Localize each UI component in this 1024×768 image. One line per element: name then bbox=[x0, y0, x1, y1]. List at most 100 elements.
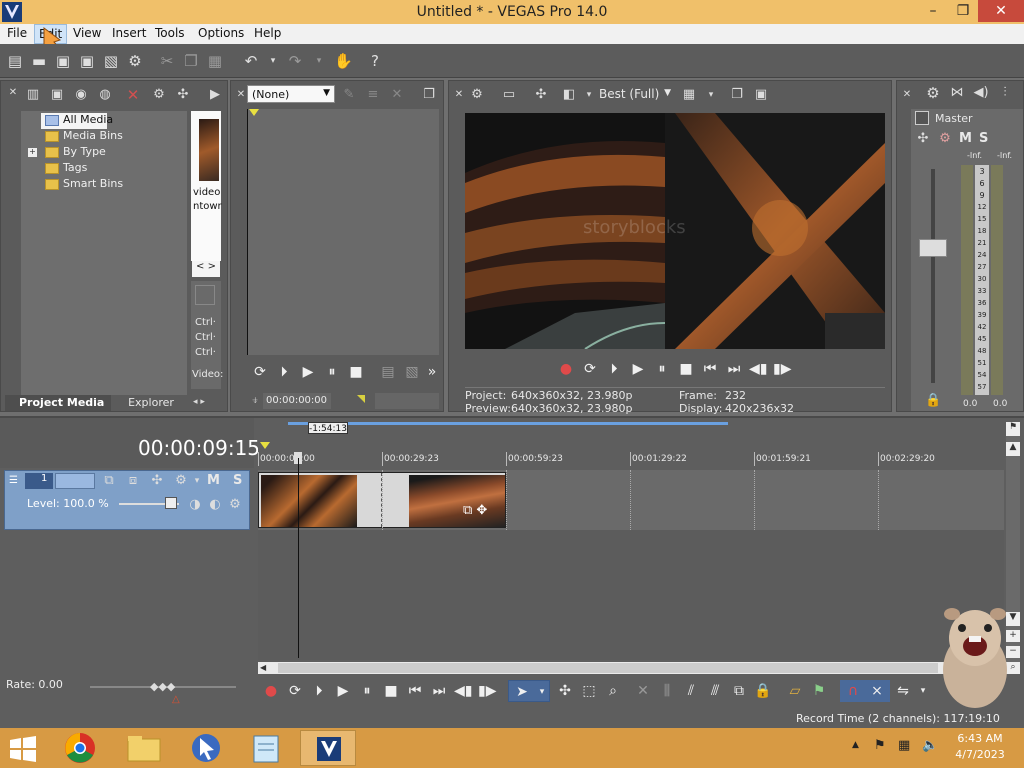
record-icon[interactable]: ● bbox=[262, 682, 280, 700]
play-icon[interactable]: ▶ bbox=[334, 682, 352, 700]
open-project-icon[interactable]: ▬ bbox=[30, 52, 48, 70]
tab-project-media[interactable]: Project Media bbox=[5, 395, 111, 411]
track-fx-gear-icon[interactable]: ⚙ bbox=[173, 473, 189, 489]
rate-slider-thumb-icon[interactable]: ◆◆◆ bbox=[150, 680, 175, 693]
capture-video-icon[interactable]: ▣ bbox=[49, 87, 65, 103]
tree-item-tags[interactable]: Tags bbox=[63, 161, 87, 174]
go-to-start-icon[interactable]: ⏮ bbox=[406, 682, 424, 700]
taskbar-cursor-app[interactable] bbox=[178, 730, 234, 766]
pause-icon[interactable]: ⏸ bbox=[358, 682, 376, 700]
taskbar-date[interactable]: 4/7/2023 bbox=[954, 748, 1006, 761]
normal-edit-tool[interactable]: ➤ ▾ bbox=[508, 680, 550, 702]
remove-media-icon[interactable]: ✕ bbox=[125, 87, 141, 103]
overlays-dropdown-icon[interactable]: ▾ bbox=[703, 87, 719, 103]
paste-icon[interactable]: ▦ bbox=[206, 52, 224, 70]
trim-icon[interactable]: ⫼ bbox=[658, 682, 676, 700]
composite-mode-icon[interactable]: ◑ bbox=[187, 497, 203, 513]
split-dropdown-icon[interactable]: ▾ bbox=[581, 87, 597, 103]
undo-dropdown-icon[interactable]: ▾ bbox=[264, 52, 282, 70]
properties-gear-icon[interactable]: ⚙ bbox=[126, 52, 144, 70]
stop-icon[interactable]: ■ bbox=[347, 363, 365, 381]
master-volume-fader[interactable] bbox=[919, 239, 947, 257]
enable-snapping-hand-icon[interactable]: ✋ bbox=[334, 52, 353, 70]
track-motion-icon[interactable]: ⧉ bbox=[101, 473, 117, 489]
video-track-lane[interactable]: ⧉ ✥ bbox=[258, 470, 1004, 530]
taskbar-clock[interactable]: 6:43 AM bbox=[956, 732, 1004, 745]
lock-icon[interactable]: 🔒 bbox=[925, 393, 941, 409]
menu-file[interactable]: File bbox=[7, 26, 27, 40]
panel-more-icon[interactable]: ▶ bbox=[207, 87, 223, 103]
track-minimize-icon[interactable]: ☰ bbox=[9, 475, 21, 487]
scroll-arrows[interactable]: < > bbox=[192, 261, 220, 277]
bus-fx-gear-icon[interactable]: ⚙ bbox=[937, 131, 953, 147]
envelope-tool-icon[interactable]: ✣ bbox=[556, 682, 574, 700]
master-solo-button[interactable]: S bbox=[979, 131, 988, 146]
redo-icon[interactable]: ↷ bbox=[286, 52, 304, 70]
trimmer-tool-icon[interactable]: ≡ bbox=[365, 87, 381, 103]
add-to-timeline-icon[interactable]: ▧ bbox=[403, 363, 421, 381]
menu-help[interactable]: Help bbox=[254, 26, 281, 40]
render-as-icon[interactable]: ▧ bbox=[102, 52, 120, 70]
panel-close-icon[interactable]: ✕ bbox=[5, 85, 21, 101]
track-level-thumb[interactable] bbox=[165, 497, 177, 509]
record-icon[interactable]: ● bbox=[557, 360, 575, 378]
panel-close-icon[interactable]: ✕ bbox=[899, 87, 915, 103]
auto-crossfade-icon[interactable]: ⨯ bbox=[868, 682, 886, 700]
play-from-start-icon[interactable]: ⏵ bbox=[275, 363, 293, 381]
tab-scroll-arrows[interactable]: ◂ ▸ bbox=[193, 397, 205, 407]
insert-marker-icon[interactable]: ▱ bbox=[786, 682, 804, 700]
trimmer-view[interactable] bbox=[247, 109, 439, 355]
master-mute-button[interactable]: M bbox=[959, 131, 972, 146]
speaker-icon[interactable]: ◀) bbox=[973, 85, 989, 101]
auto-ripple-icon[interactable]: ⇋ bbox=[894, 682, 912, 700]
fx-icon[interactable]: ✣ bbox=[915, 131, 931, 147]
action-center-flag-icon[interactable]: ⚑ bbox=[874, 738, 886, 753]
lock-event-icon[interactable]: 🔒 bbox=[754, 682, 772, 700]
track-name-field[interactable] bbox=[55, 473, 95, 489]
mixer-settings-icon[interactable]: ⫶ bbox=[997, 85, 1013, 101]
play-icon[interactable]: ▶ bbox=[629, 360, 647, 378]
split-screen-icon[interactable]: ◧ bbox=[561, 87, 577, 103]
close-button[interactable]: ✕ bbox=[978, 0, 1024, 22]
ripple-dropdown-icon[interactable]: ▾ bbox=[914, 682, 932, 700]
video-track-header[interactable]: ☰ 1 ⧉ ⧈ ✣ ⚙ ▾ M S Level: 100.0 % ◑ ◐ ⚙ bbox=[4, 470, 250, 530]
trim-end-icon[interactable]: ⫻ bbox=[706, 682, 724, 700]
media-fx-icon[interactable]: ✣ bbox=[175, 87, 191, 103]
preview-properties-gear-icon[interactable]: ⚙ bbox=[469, 87, 485, 103]
get-photos-icon[interactable]: ◉ bbox=[73, 87, 89, 103]
horizontal-scrollbar[interactable]: ◀ bbox=[258, 662, 1004, 674]
media-properties-icon[interactable]: ⚙ bbox=[151, 87, 167, 103]
copy-snapshot-icon[interactable]: ❐ bbox=[729, 87, 745, 103]
scroll-thumb[interactable] bbox=[278, 663, 938, 673]
zoom-tool-icon[interactable]: ⌕ bbox=[604, 682, 622, 700]
external-monitor-icon[interactable]: ▭ bbox=[501, 87, 517, 103]
network-icon[interactable]: ▦ bbox=[898, 738, 910, 753]
pause-icon[interactable]: ⏸ bbox=[323, 363, 341, 381]
snapping-magnet-icon[interactable]: ∩ bbox=[844, 682, 862, 700]
overlays-grid-icon[interactable]: ▦ bbox=[681, 87, 697, 103]
scroll-left-icon[interactable]: ◀ bbox=[260, 663, 266, 672]
insert-region-icon[interactable]: ⚑ bbox=[810, 682, 828, 700]
volume-muted-icon[interactable]: 🔈 bbox=[922, 738, 938, 753]
media-thumbnail[interactable] bbox=[199, 119, 219, 181]
tree-item-by-type[interactable]: By Type bbox=[63, 145, 106, 158]
more-controls-icon[interactable]: » bbox=[423, 363, 441, 381]
minimize-button[interactable]: – bbox=[918, 0, 948, 22]
tree-item-media-bins[interactable]: Media Bins bbox=[63, 129, 123, 142]
save-snapshot-icon[interactable]: ▣ bbox=[753, 87, 769, 103]
tree-item-smart-bins[interactable]: Smart Bins bbox=[63, 177, 123, 190]
expand-track-icon[interactable]: ◐ bbox=[207, 497, 223, 513]
next-frame-icon[interactable]: ▮▶ bbox=[478, 682, 496, 700]
empty-track-area[interactable] bbox=[258, 530, 1004, 660]
menu-tools[interactable]: Tools bbox=[155, 26, 185, 40]
save-icon[interactable]: ▣ bbox=[54, 52, 72, 70]
previous-frame-icon[interactable]: ◀▮ bbox=[454, 682, 472, 700]
tab-explorer[interactable]: Explorer bbox=[113, 395, 189, 411]
web-media-icon[interactable]: ◍ bbox=[97, 87, 113, 103]
cursor-timecode[interactable]: 00:00:09:15 bbox=[138, 436, 260, 460]
go-to-end-icon[interactable]: ⏭ bbox=[430, 682, 448, 700]
stop-icon[interactable]: ■ bbox=[677, 360, 695, 378]
loop-region[interactable] bbox=[288, 422, 728, 425]
compositing-icon[interactable]: ✣ bbox=[149, 473, 165, 489]
trim-start-icon[interactable]: ⫽ bbox=[682, 682, 700, 700]
